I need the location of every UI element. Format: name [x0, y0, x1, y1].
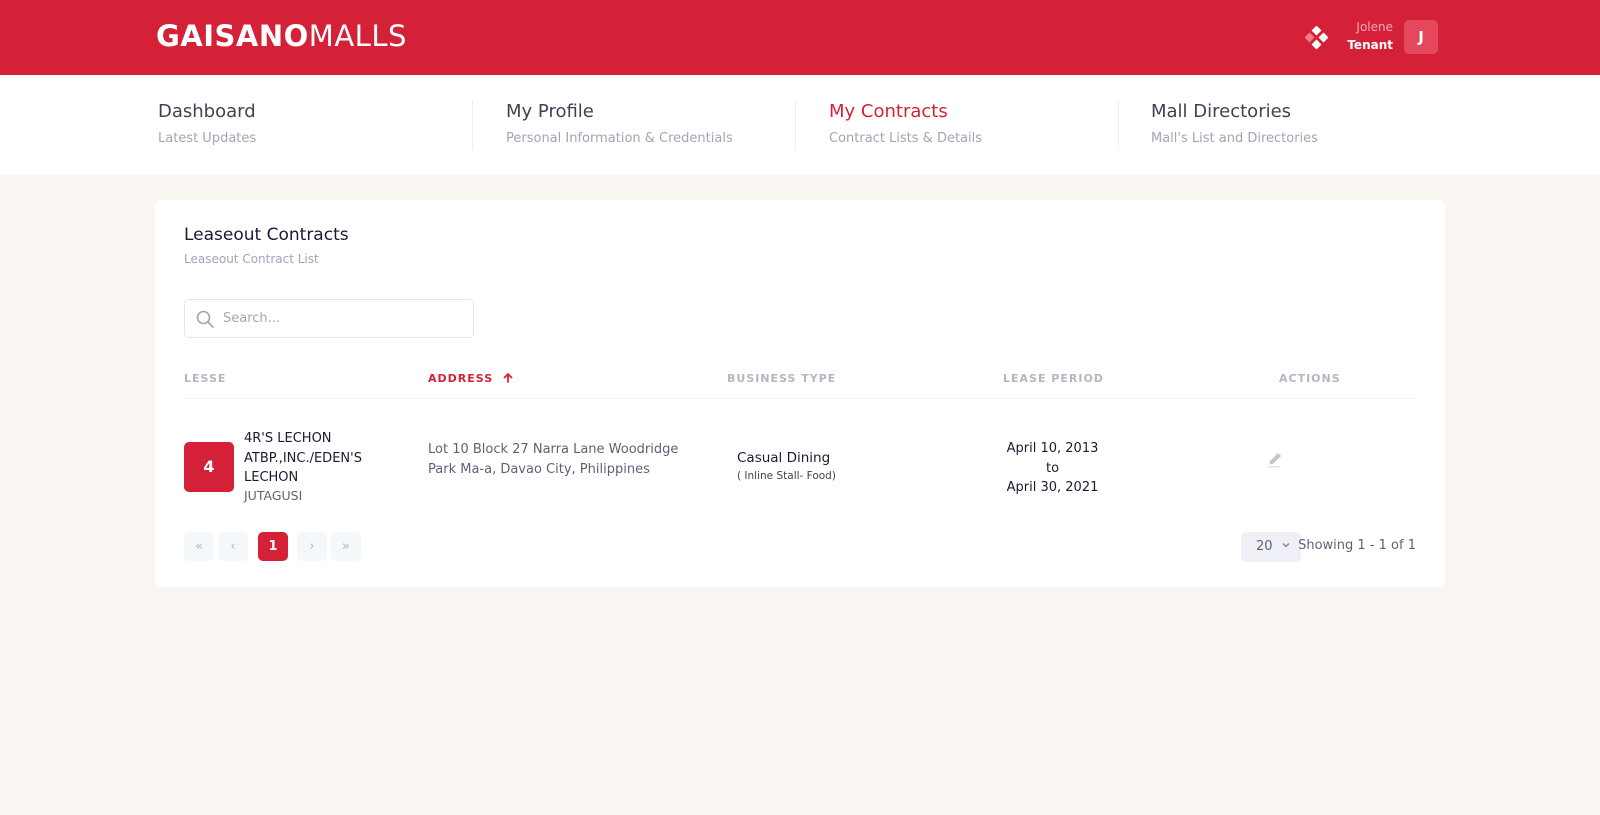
- brand-logo[interactable]: GAISANOMALLS: [156, 18, 407, 54]
- lease-start: April 10, 2013: [1006, 441, 1099, 456]
- business-type: Casual Dining: [737, 450, 831, 466]
- lease-to: to: [1045, 460, 1060, 476]
- nav-title: My Profile: [506, 101, 594, 122]
- column-header-lesse[interactable]: LESSE: [184, 372, 226, 385]
- nav-subtitle: Latest Updates: [158, 131, 257, 146]
- lesse-code: JUTAGUSI: [244, 488, 303, 503]
- search-input[interactable]: [223, 300, 463, 337]
- nav-item-my-profile[interactable]: My Profile Personal Information & Creden…: [506, 101, 733, 146]
- nav-divider: [795, 100, 796, 150]
- per-page-select[interactable]: 20: [1241, 532, 1301, 562]
- search-icon: [196, 310, 214, 328]
- diamond-dots-icon[interactable]: [1304, 25, 1329, 50]
- column-header-business-type[interactable]: BUSINESS TYPE: [727, 372, 836, 385]
- nav-title: My Contracts: [829, 101, 948, 122]
- pencil-edit-icon: [1268, 453, 1281, 468]
- page-button-1[interactable]: 1: [258, 532, 288, 561]
- logo-bold-text: GAISANO: [156, 19, 309, 53]
- logo-light-text: MALLS: [308, 19, 407, 53]
- showing-count: Showing 1 - 1 of 1: [1298, 538, 1416, 553]
- user-name: Jolene: [1356, 20, 1393, 34]
- column-header-lease-period[interactable]: LEASE PERIOD: [1003, 372, 1104, 385]
- lease-period-cell: April 10, 2013 to April 30, 2021: [995, 439, 1110, 498]
- card-subtitle: Leaseout Contract List: [184, 252, 319, 266]
- lesse-badge: 4: [184, 442, 234, 492]
- lesse-name: 4R'S LECHON ATBP.,INC./EDEN'S LECHON: [244, 431, 362, 485]
- business-subtype: ( Inline Stall- Food): [737, 470, 836, 482]
- lease-end: April 30, 2021: [1006, 480, 1099, 495]
- top-header: GAISANOMALLS Jolene Tenant J: [0, 0, 1600, 75]
- main-nav: Dashboard Latest Updates My Profile Pers…: [0, 75, 1600, 175]
- header-divider: [184, 398, 1416, 399]
- nav-subtitle: Contract Lists & Details: [829, 131, 983, 146]
- user-avatar[interactable]: J: [1404, 20, 1438, 54]
- next-page-button[interactable]: ›: [297, 532, 327, 561]
- first-page-button[interactable]: «: [184, 532, 214, 561]
- column-header-address[interactable]: ADDRESS: [428, 372, 513, 385]
- sort-ascending-icon: [503, 373, 513, 383]
- contracts-card: Leaseout Contracts Leaseout Contract Lis…: [155, 200, 1445, 587]
- per-page-value: 20: [1256, 539, 1273, 554]
- nav-divider: [1118, 100, 1119, 150]
- last-page-button[interactable]: »: [331, 532, 361, 561]
- nav-subtitle: Mall's List and Directories: [1151, 131, 1318, 146]
- prev-page-button[interactable]: ‹: [218, 532, 248, 561]
- nav-item-mall-directories[interactable]: Mall Directories Mall's List and Directo…: [1151, 101, 1318, 146]
- nav-title: Dashboard: [158, 101, 256, 122]
- nav-divider: [472, 100, 473, 150]
- nav-item-my-contracts[interactable]: My Contracts Contract Lists & Details: [829, 101, 982, 146]
- card-title: Leaseout Contracts: [184, 225, 349, 245]
- search-box: [184, 299, 474, 338]
- nav-title: Mall Directories: [1151, 101, 1292, 122]
- column-header-actions: ACTIONS: [1279, 372, 1341, 385]
- column-header-label: ADDRESS: [428, 372, 494, 385]
- user-role: Tenant: [1347, 38, 1393, 52]
- nav-item-dashboard[interactable]: Dashboard Latest Updates: [158, 101, 256, 146]
- chevron-down-icon: [1281, 532, 1291, 562]
- edit-button[interactable]: [1264, 447, 1286, 469]
- nav-subtitle: Personal Information & Credentials: [506, 131, 733, 146]
- address-cell: Lot 10 Block 27 Narra Lane Woodridge Par…: [428, 442, 679, 477]
